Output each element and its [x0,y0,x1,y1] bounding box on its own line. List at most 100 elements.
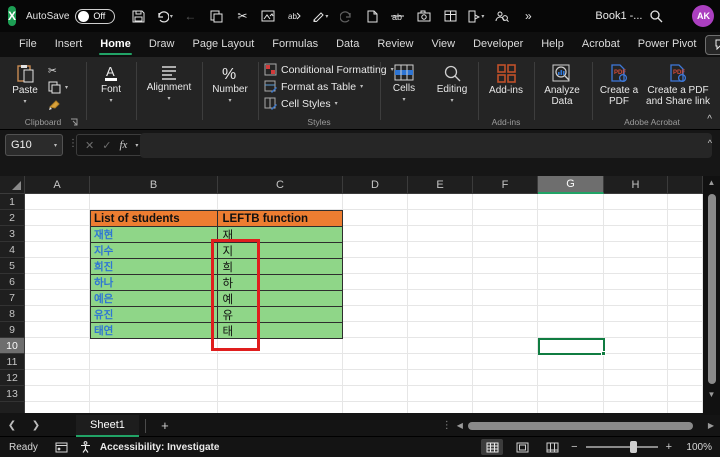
paste-button[interactable]: Paste ▾ [8,57,42,115]
tab-insert[interactable]: Insert [46,33,92,56]
scroll-left-icon[interactable]: ◀ [457,421,463,430]
row-header-5[interactable]: 5 [0,258,25,274]
name-box[interactable]: G10 ▾ [5,134,63,156]
tab-view[interactable]: View [422,33,464,56]
formula-input[interactable] [140,133,712,158]
cancel-entry-icon[interactable]: ✕ [85,139,94,152]
cell-b8[interactable]: 유진 [91,307,218,323]
row-header-1[interactable]: 1 [0,194,25,210]
insert-function-icon[interactable]: fx [119,139,127,151]
search-icon[interactable] [642,2,670,30]
autosave-toggle[interactable]: Off [75,9,115,24]
fill-handle[interactable] [601,351,606,356]
tab-formulas[interactable]: Formulas [263,33,327,56]
strikethrough-ab-icon[interactable]: ab [387,5,409,27]
autosave-control[interactable]: AutoSave Off [26,9,115,24]
cell-b7[interactable]: 예은 [91,291,218,307]
zoom-out-button[interactable]: − [571,441,577,453]
cell-b5[interactable]: 희진 [91,259,218,275]
row-header-7[interactable]: 7 [0,290,25,306]
qat-overflow-icon[interactable]: » [517,5,539,27]
vertical-scroll-thumb[interactable] [708,194,716,384]
cut-button[interactable]: ✂ [48,62,68,79]
sheet-tab-sheet1[interactable]: Sheet1 [76,415,139,437]
row-header-3[interactable]: 3 [0,226,25,242]
format-as-table-button[interactable]: Format as Table▾ [264,78,394,95]
camera-icon[interactable] [413,5,435,27]
analyze-data-button[interactable]: Analyze Data [536,57,588,115]
row-header-8[interactable]: 8 [0,306,25,322]
page-break-view-icon[interactable] [541,439,563,455]
row-header-10[interactable]: 10 [0,338,25,354]
collapse-ribbon-icon[interactable]: ^ [707,114,712,125]
picture-paste-icon[interactable] [257,5,279,27]
tab-developer[interactable]: Developer [464,33,532,56]
copy-icon[interactable] [205,5,227,27]
scroll-down-icon[interactable]: ▼ [708,388,716,402]
undo-icon[interactable]: ▾ [153,5,175,27]
accessibility-icon[interactable] [76,441,96,453]
tab-file[interactable]: File [10,33,46,56]
pen-icon[interactable]: ▾ [309,5,331,27]
horizontal-scroll-thumb[interactable] [468,422,693,430]
format-painter-button[interactable] [48,96,68,113]
column-header-partial[interactable] [668,176,703,194]
select-all-corner[interactable] [0,176,25,194]
tab-page-layout[interactable]: Page Layout [183,33,263,56]
tab-acrobat[interactable]: Acrobat [573,33,629,56]
alignment-menu-button[interactable]: Alignment ▾ [138,57,200,115]
column-header-e[interactable]: E [408,176,473,194]
macro-record-icon[interactable] [52,442,72,453]
create-pdf-button[interactable]: PDF Create a PDF [594,57,644,115]
tab-power-pivot[interactable]: Power Pivot [629,33,706,56]
save-icon[interactable] [127,5,149,27]
row-header-9[interactable]: 9 [0,322,25,338]
create-pdf-share-button[interactable]: PDF Create a PDF and Share link [646,57,710,115]
splitter-handle-icon[interactable]: ⋮ [442,420,452,431]
normal-view-icon[interactable] [481,439,503,455]
vertical-scrollbar[interactable]: ▲ ▼ [703,176,720,415]
column-header-g[interactable]: G [538,176,604,194]
column-header-f[interactable]: F [473,176,538,194]
new-sheet-button[interactable]: + [152,418,178,433]
tab-home[interactable]: Home [91,33,140,56]
column-header-h[interactable]: H [604,176,668,194]
conditional-formatting-button[interactable]: Conditional Formatting▾ [264,61,394,78]
page-layout-view-icon[interactable] [511,439,533,455]
tab-help[interactable]: Help [532,33,573,56]
name-box-dropdown-icon[interactable]: ▾ [54,142,57,149]
row-header-13[interactable]: 13 [0,386,25,402]
add-ins-button[interactable]: Add-ins [480,57,532,115]
row-header-6[interactable]: 6 [0,274,25,290]
confirm-entry-icon[interactable]: ✓ [102,139,111,152]
new-file-icon[interactable] [361,5,383,27]
tab-draw[interactable]: Draw [140,33,184,56]
cell-b3[interactable]: 재현 [91,227,218,243]
cell-b4[interactable]: 지수 [91,243,218,259]
cell-c2[interactable]: LEFTB function [218,211,343,227]
column-header-c[interactable]: C [218,176,343,194]
row-header-11[interactable]: 11 [0,354,25,370]
zoom-in-button[interactable]: + [666,441,672,453]
editing-menu-button[interactable]: Editing ▾ [428,57,476,115]
export-icon[interactable]: ▾ [465,5,487,27]
font-menu-button[interactable]: A Font ▾ [88,57,134,115]
fx-dropdown-icon[interactable]: ▾ [135,142,138,149]
cut-icon[interactable]: ✂ [231,5,253,27]
cells-area[interactable]: List of students LEFTB function 재현 재 지수 … [25,194,703,413]
cell-b9[interactable]: 태연 [91,323,218,339]
cell-b2[interactable]: List of students [91,211,218,227]
column-header-b[interactable]: B [90,176,218,194]
accessibility-status[interactable]: Accessibility: Investigate [100,442,220,453]
cells-menu-button[interactable]: Cells ▾ [382,57,426,115]
comments-button[interactable]: Comments [705,35,720,55]
column-header-a[interactable]: A [25,176,90,194]
horizontal-scrollbar[interactable]: ⋮ ◀ ▶ [442,420,720,431]
zoom-level[interactable]: 100% [680,442,712,453]
scroll-up-icon[interactable]: ▲ [708,176,716,190]
row-header-4[interactable]: 4 [0,242,25,258]
number-menu-button[interactable]: % Number ▾ [204,57,256,115]
copy-button[interactable]: ▾ [48,79,68,96]
selected-cell-g10[interactable] [538,338,605,355]
table-icon[interactable] [439,5,461,27]
